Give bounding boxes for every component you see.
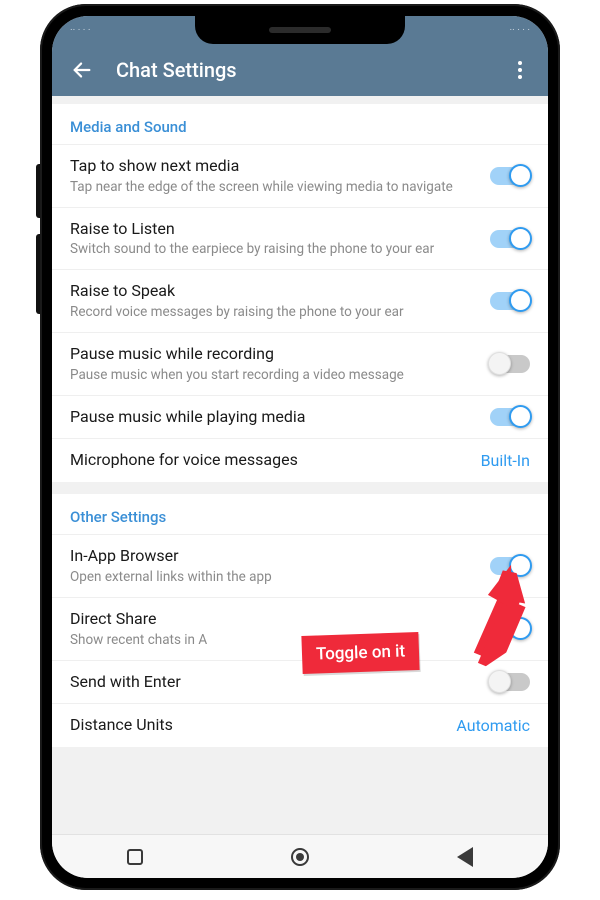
toggle-pause-music-while-playing-media[interactable] — [490, 408, 530, 426]
row-subtitle: Tap near the edge of the screen while vi… — [70, 179, 478, 196]
more-options-icon[interactable] — [508, 61, 532, 79]
toggle-raise-to-listen[interactable] — [490, 230, 530, 248]
section-title-media-and-sound: Media and Sound — [52, 104, 548, 144]
page-title: Chat Settings — [116, 58, 508, 82]
app-header: Chat Settings — [52, 44, 548, 96]
row-value-distance-units: Automatic — [456, 716, 530, 735]
toggle-pause-music-while-recording[interactable] — [490, 355, 530, 373]
row-raise-to-speak[interactable]: Raise to Speak Record voice messages by … — [52, 269, 548, 332]
row-subtitle: Open external links within the app — [70, 569, 478, 586]
toggle-in-app-browser[interactable] — [490, 557, 530, 575]
section-other-settings: Other Settings In-App Browser Open exter… — [52, 494, 548, 747]
row-title: Raise to Speak — [70, 281, 478, 302]
row-title: Distance Units — [70, 715, 444, 736]
row-value-microphone: Built-In — [481, 451, 530, 470]
row-title: Raise to Listen — [70, 219, 478, 240]
toggle-raise-to-speak[interactable] — [490, 292, 530, 310]
row-title: Send with Enter — [70, 672, 478, 693]
screen: ·· · · · ·· · · · Chat Settings Media an… — [52, 16, 548, 878]
row-send-with-enter[interactable]: Send with Enter — [52, 660, 548, 704]
android-nav-bar — [52, 834, 548, 878]
row-microphone-for-voice-messages[interactable]: Microphone for voice messages Built-In — [52, 438, 548, 482]
row-title: Direct Share — [70, 609, 478, 630]
row-subtitle: Switch sound to the earpiece by raising … — [70, 241, 478, 258]
row-pause-music-while-playing-media[interactable]: Pause music while playing media — [52, 395, 548, 439]
row-title: Microphone for voice messages — [70, 450, 469, 471]
phone-frame: ·· · · · ·· · · · Chat Settings Media an… — [40, 4, 560, 890]
section-title-other-settings: Other Settings — [52, 494, 548, 534]
row-title: In-App Browser — [70, 546, 478, 567]
row-title: Pause music while playing media — [70, 407, 478, 428]
back-arrow-icon[interactable] — [68, 56, 96, 84]
row-tap-to-show-next-media[interactable]: Tap to show next media Tap near the edge… — [52, 144, 548, 207]
row-raise-to-listen[interactable]: Raise to Listen Switch sound to the earp… — [52, 207, 548, 270]
toggle-send-with-enter[interactable] — [490, 673, 530, 691]
row-subtitle: Pause music when you start recording a v… — [70, 367, 478, 384]
nav-recent-icon[interactable] — [124, 846, 146, 868]
nav-home-icon[interactable] — [289, 846, 311, 868]
row-distance-units[interactable]: Distance Units Automatic — [52, 703, 548, 747]
toggle-direct-share[interactable] — [490, 620, 530, 638]
row-title: Tap to show next media — [70, 156, 478, 177]
toggle-tap-to-show-next-media[interactable] — [490, 167, 530, 185]
nav-back-icon[interactable] — [454, 846, 476, 868]
row-in-app-browser[interactable]: In-App Browser Open external links withi… — [52, 534, 548, 597]
section-media-and-sound: Media and Sound Tap to show next media T… — [52, 104, 548, 482]
row-subtitle: Record voice messages by raising the pho… — [70, 304, 478, 321]
row-title: Pause music while recording — [70, 344, 478, 365]
row-pause-music-while-recording[interactable]: Pause music while recording Pause music … — [52, 332, 548, 395]
row-subtitle: Show recent chats in A — [70, 632, 478, 649]
settings-content: Media and Sound Tap to show next media T… — [52, 96, 548, 834]
row-direct-share[interactable]: Direct Share Show recent chats in A — [52, 597, 548, 660]
phone-notch — [195, 16, 405, 44]
